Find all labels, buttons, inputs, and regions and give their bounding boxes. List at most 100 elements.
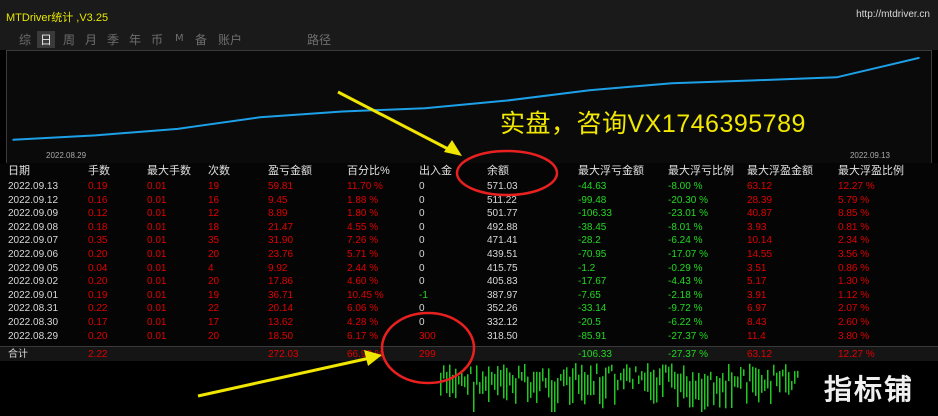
price-bar — [503, 364, 505, 399]
tab-monthly[interactable]: 月 — [85, 31, 97, 48]
cell-max-float-profit: 11.4 — [747, 330, 766, 342]
header-max-float-profit[interactable]: 最大浮盈金额 — [747, 165, 813, 178]
table-row[interactable]: 2022.09.05 0.04 0.01 4 9.92 2.44 % 0 415.75 -1.2… — [0, 262, 938, 275]
price-bar — [665, 364, 667, 373]
price-bar — [464, 376, 466, 388]
price-bar — [542, 368, 544, 382]
tab-notes[interactable]: 备 — [195, 31, 207, 48]
table-row[interactable]: 2022.09.07 0.35 0.01 35 31.90 7.26 % 0 471.41 -2… — [0, 234, 938, 247]
tab-quarterly[interactable]: 季 — [107, 31, 119, 48]
cell-max-float-loss: -33.14 — [578, 303, 607, 315]
cell-percent: 5.71 % — [347, 249, 379, 260]
price-bar — [785, 364, 787, 393]
price-bar — [743, 369, 745, 376]
cell-date: 2022.09.02 — [8, 276, 59, 288]
total-max-float-loss-pct: -27.37 % — [668, 349, 709, 360]
table-row[interactable]: 2022.09.08 0.18 0.01 18 21.47 4.55 % 0 492.88 -3… — [0, 221, 938, 234]
cell-max-float-loss-pct: -2.18 % — [668, 289, 703, 301]
cell-date: 2022.08.29 — [8, 330, 59, 342]
cell-max-float-loss: -85.91 — [578, 330, 607, 342]
chart-end-date: 2022.09.13 — [849, 151, 890, 160]
cell-count: 20 — [208, 276, 220, 288]
cell-date: 2022.08.30 — [8, 317, 59, 328]
header-date[interactable]: 日期 — [8, 165, 30, 178]
tab-account[interactable]: 账户 — [218, 31, 242, 48]
cell-deposit: 0 — [419, 235, 425, 247]
price-bar — [749, 363, 751, 382]
table-row[interactable]: 2022.08.30 0.17 0.01 17 13.62 4.28 % 0 332.12 -2… — [0, 316, 938, 329]
header-percent[interactable]: 百分比% — [347, 165, 390, 178]
price-bar — [794, 371, 796, 384]
cell-balance: 492.88 — [487, 221, 518, 233]
cell-max-float-loss: -99.48 — [578, 194, 607, 206]
cell-lots: 0.20 — [88, 330, 108, 342]
cell-percent: 4.28 % — [347, 317, 379, 328]
table-row[interactable]: 2022.08.31 0.22 0.01 22 20.14 6.06 % 0 352.26 -3… — [0, 302, 938, 315]
website-link[interactable]: http://mtdriver.cn — [856, 9, 930, 20]
total-max-float-loss: -106.33 — [578, 349, 612, 360]
header-max-float-loss[interactable]: 最大浮亏金额 — [578, 165, 644, 178]
total-deposit: 299 — [419, 349, 436, 360]
cell-max-float-profit: 8.43 — [747, 317, 767, 328]
equity-point — [12, 138, 14, 141]
price-bar — [485, 376, 487, 391]
header-pnl[interactable]: 盈亏金额 — [268, 165, 312, 178]
cell-lots: 0.12 — [88, 208, 108, 220]
cell-deposit: 0 — [419, 317, 425, 328]
price-bar — [707, 375, 709, 407]
header-balance[interactable]: 余额 — [487, 165, 509, 178]
tab-summary[interactable]: 综 — [19, 31, 31, 48]
tab-path[interactable]: 路径 — [307, 31, 331, 48]
price-bar — [590, 365, 592, 396]
tab-yearly[interactable]: 年 — [129, 31, 141, 48]
tab-weekly[interactable]: 周 — [63, 31, 75, 48]
table-header: 日期 手数 最大手数 次数 盈亏金额 百分比% 出入金 余额 最大浮亏金额 最大浮亏比例 最大浮盈金… — [0, 165, 938, 178]
cell-pnl: 23.76 — [268, 249, 294, 260]
table-row[interactable]: 2022.09.12 0.16 0.01 16 9.45 1.88 % 0 511.22 -99… — [0, 194, 938, 207]
cell-max-float-profit: 3.93 — [747, 221, 767, 233]
cell-balance: 571.03 — [487, 181, 518, 192]
cell-pnl: 36.71 — [268, 289, 294, 301]
cell-deposit: -1 — [419, 289, 428, 301]
table-row[interactable]: 2022.09.09 0.12 0.01 12 8.89 1.80 % 0 501.77 -10… — [0, 207, 938, 220]
cell-balance: 511.22 — [487, 194, 517, 206]
cell-max-lots: 0.01 — [147, 262, 167, 274]
header-lots[interactable]: 手数 — [88, 165, 110, 178]
tab-currency[interactable]: 币 — [151, 31, 163, 48]
chart-start-date: 2022.08.29 — [46, 151, 87, 160]
price-bar — [620, 372, 622, 381]
price-bar — [671, 363, 673, 388]
cell-max-lots: 0.01 — [147, 181, 167, 192]
promo-overlay-text: 实盘，咨询VX1746395789 — [500, 110, 806, 138]
total-max-float-profit: 63.12 — [747, 349, 773, 360]
price-bar — [683, 365, 685, 399]
tab-daily[interactable]: 日 — [37, 31, 56, 48]
table-row[interactable]: 2022.09.13 0.19 0.01 19 59.81 11.70 % 0 571.03 -… — [0, 180, 938, 193]
total-lots: 2.22 — [88, 349, 108, 360]
header-max-lots[interactable]: 最大手数 — [147, 165, 191, 178]
header-deposit[interactable]: 出入金 — [419, 165, 452, 178]
cell-max-float-loss: -20.5 — [578, 317, 601, 328]
price-bar — [767, 369, 769, 389]
cell-lots: 0.04 — [88, 262, 108, 274]
tab-magic[interactable]: M — [175, 33, 184, 44]
total-max-float-profit-pct: 12.27 % — [838, 349, 875, 360]
header-max-float-loss-pct[interactable]: 最大浮亏比例 — [668, 165, 734, 178]
cell-lots: 0.17 — [88, 317, 108, 328]
price-bar — [563, 369, 565, 387]
cell-count: 20 — [208, 249, 220, 260]
table-row[interactable]: 2022.09.06 0.20 0.01 20 23.76 5.71 % 0 439.51 -7… — [0, 248, 938, 261]
price-bar — [518, 365, 520, 379]
cell-balance: 387.97 — [487, 289, 518, 301]
header-max-float-profit-pct[interactable]: 最大浮盈比例 — [838, 165, 904, 178]
price-bar — [782, 369, 784, 377]
table-row[interactable]: 2022.08.29 0.20 0.01 20 18.50 6.17 % 300 318.50… — [0, 330, 938, 343]
cell-balance: 352.26 — [487, 303, 518, 315]
cell-max-lots: 0.01 — [147, 276, 167, 288]
header-count[interactable]: 次数 — [208, 165, 230, 178]
price-bar — [719, 378, 721, 408]
table-row[interactable]: 2022.09.02 0.20 0.01 20 17.86 4.60 % 0 405.83 -1… — [0, 275, 938, 288]
cell-max-float-profit: 63.12 — [747, 181, 773, 192]
table-row[interactable]: 2022.09.01 0.19 0.01 19 36.71 10.45 % -1 387.97… — [0, 289, 938, 302]
price-bar — [641, 371, 643, 381]
